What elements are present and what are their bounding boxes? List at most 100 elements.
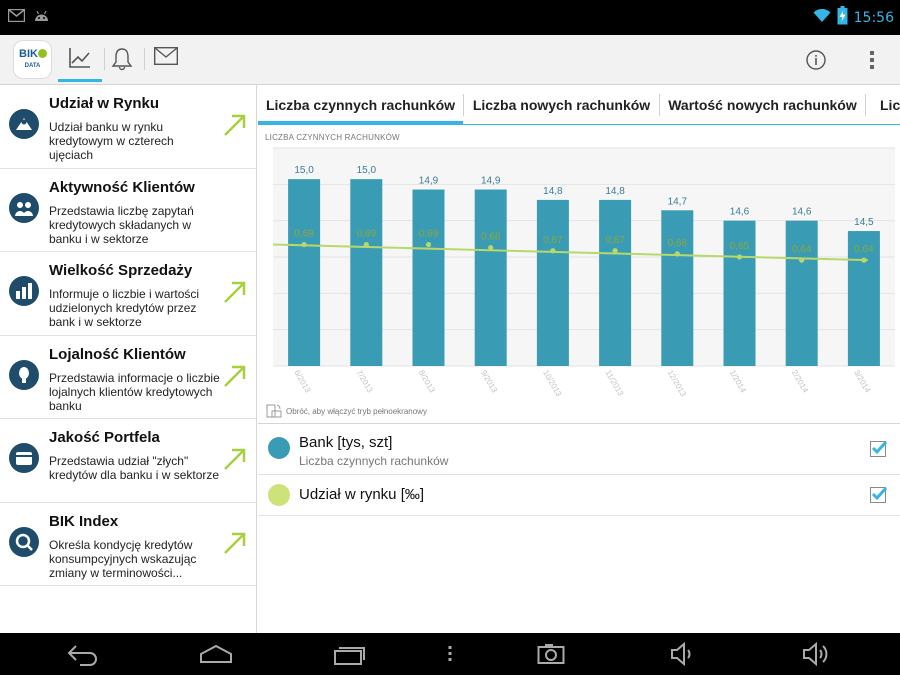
legend-item-bank[interactable]: Bank [tys, szt] Liczba czynnych rachunkó…: [258, 425, 900, 475]
checkmark-icon: [871, 486, 888, 501]
home-icon: [200, 644, 232, 663]
app-logo[interactable]: BIK DATA: [14, 41, 51, 78]
line-value-label: 0,66: [668, 238, 688, 249]
status-bar: 15:56: [0, 0, 900, 35]
market-share-icon: [9, 109, 39, 139]
content-area: Udział w Rynku Udział banku w rynku kredy…: [0, 85, 900, 633]
bar-value-label: 14,8: [543, 186, 563, 197]
tab-active-accounts[interactable]: Liczba czynnych rachunków: [258, 85, 463, 124]
bar-value-label: 15,0: [357, 165, 377, 176]
volume-down-button[interactable]: [669, 641, 697, 668]
line-value-label: 0,69: [357, 229, 377, 240]
chart-panel[interactable]: LICZBA CZYNNYCH RACHUNKÓW 15,0 15,0 14,9 14…: [258, 126, 900, 424]
x-tick-label: 6/2013: [292, 369, 312, 395]
tab-messages[interactable]: [143, 35, 187, 84]
chart: 15,0 15,0 14,9 14,9 14,8 14,8 14,7 14,6 14,6 14,5…: [272, 147, 895, 399]
bar-value-label: 14,6: [730, 207, 750, 218]
menu-icon: [448, 646, 452, 661]
person-icon: [9, 359, 39, 390]
tab-more[interactable]: Lic: [866, 85, 900, 124]
checkmark-icon: [871, 440, 888, 455]
sidebar-item-title: Lojalność Klientów: [49, 345, 186, 363]
line-point: [301, 241, 307, 248]
expand-arrow-icon[interactable]: [223, 280, 247, 309]
sidebar-item-description: Przedstawia liczbę zapytań kredytowych s…: [49, 203, 194, 246]
line-value-label: 0,69: [294, 229, 314, 240]
x-tick-label: 7/2013: [355, 369, 375, 395]
info-button[interactable]: [804, 48, 828, 72]
legend-color-dot: [268, 437, 290, 459]
expand-arrow-icon[interactable]: [223, 447, 247, 476]
clients-icon: [9, 192, 39, 223]
line-value-label: 0,67: [605, 235, 625, 246]
legend-title: Bank [tys, szt]: [299, 434, 393, 451]
expand-arrow-icon[interactable]: [223, 113, 247, 142]
line-value-label: 0,68: [481, 232, 501, 243]
legend-item-market-share[interactable]: Udział w rynku [‰]: [258, 475, 900, 516]
sidebar: Udział w Rynku Udział banku w rynku kredy…: [0, 85, 257, 633]
recents-button[interactable]: [333, 642, 367, 668]
info-icon: [806, 50, 826, 70]
screenshot-button[interactable]: [537, 642, 565, 668]
wallet-icon: [9, 443, 39, 473]
sidebar-item[interactable]: Lojalność Klientów Przedstawia informacje…: [0, 336, 256, 419]
tab-new-accounts-value[interactable]: Wartość nowych rachunków: [660, 85, 865, 124]
logo-text: BIK: [19, 48, 38, 60]
sidebar-item-title: Aktywność Klientów: [49, 178, 195, 196]
bar: [412, 189, 445, 366]
chart-icon: [69, 48, 90, 68]
line-point: [550, 248, 556, 254]
bar-value-label: 14,8: [605, 186, 625, 197]
line-value-label: 0,67: [543, 235, 563, 246]
tab-notifications[interactable]: [100, 35, 144, 84]
rotate-device-icon: [266, 404, 282, 418]
tab-strip: Liczba czynnych rachunków Liczba nowych …: [258, 85, 900, 125]
clock: 15:56: [853, 10, 894, 26]
mail-icon: [154, 47, 178, 65]
tab-new-accounts[interactable]: Liczba nowych rachunków: [464, 85, 659, 124]
menu-button[interactable]: [445, 642, 455, 668]
volume-up-icon: [803, 641, 828, 667]
bar-value-label: 14,9: [481, 176, 501, 187]
bar: [536, 199, 569, 366]
bar-value-label: 14,7: [668, 196, 688, 207]
x-tick-label: 8/2013: [417, 369, 437, 395]
bar: [785, 220, 818, 366]
bar-chart-icon: [9, 276, 39, 306]
sidebar-item[interactable]: BIK Index Określa kondycję kredytów konsu…: [0, 503, 256, 586]
sidebar-item-description: Określa kondycję kredytów konsumpcyjnych…: [49, 537, 197, 580]
bar-value-label: 14,6: [792, 207, 812, 218]
x-tick-label: 9/2013: [479, 369, 499, 395]
rotate-hint: Obróć, aby włączyć tryb pełnoekranowy: [266, 403, 427, 419]
legend-title: Udział w rynku [‰]: [299, 486, 425, 503]
legend-checkbox-bank[interactable]: [870, 440, 888, 457]
app-window: 15:56 BIK DATA Udział w Rynku Udział bank…: [0, 0, 900, 675]
android-icon: [33, 9, 50, 27]
volume-up-button[interactable]: [801, 641, 831, 668]
line-point: [736, 254, 743, 260]
x-tick-label: 12/2013: [666, 369, 689, 399]
expand-arrow-icon[interactable]: [223, 364, 247, 393]
tab-chart[interactable]: [58, 35, 102, 84]
back-button[interactable]: [66, 642, 100, 668]
sidebar-item-description: Informuje o liczbie i wartości udzielony…: [49, 287, 200, 329]
x-tick-label: 10/2013: [541, 369, 564, 399]
overflow-menu-button[interactable]: [862, 47, 882, 73]
line-point: [363, 241, 369, 248]
sidebar-item-description: Udział banku w rynku kredytowym w cztere…: [49, 120, 174, 162]
home-button[interactable]: [199, 642, 233, 668]
bar: [599, 199, 632, 366]
sidebar-item-description: Przedstawia informacje o liczbie lojalny…: [49, 370, 220, 413]
action-bar: BIK DATA: [0, 35, 900, 85]
bar: [661, 210, 694, 366]
bar-value-label: 15,0: [294, 165, 314, 176]
navigation-bar: [0, 633, 900, 675]
sidebar-item[interactable]: Aktywność Klientów Przedstawia liczbę zap…: [0, 169, 256, 252]
sidebar-item[interactable]: Wielkość Sprzedaży Informuje o liczbie i …: [0, 252, 256, 336]
bell-icon: [111, 48, 133, 71]
expand-arrow-icon[interactable]: [223, 531, 247, 560]
legend-checkbox-market-share[interactable]: [870, 486, 888, 503]
sidebar-item[interactable]: Jakość Portfela Przedstawia udział "złych…: [0, 419, 256, 503]
line-value-label: 0,65: [730, 241, 750, 252]
sidebar-item[interactable]: Udział w Rynku Udział banku w rynku kredy…: [0, 85, 256, 169]
